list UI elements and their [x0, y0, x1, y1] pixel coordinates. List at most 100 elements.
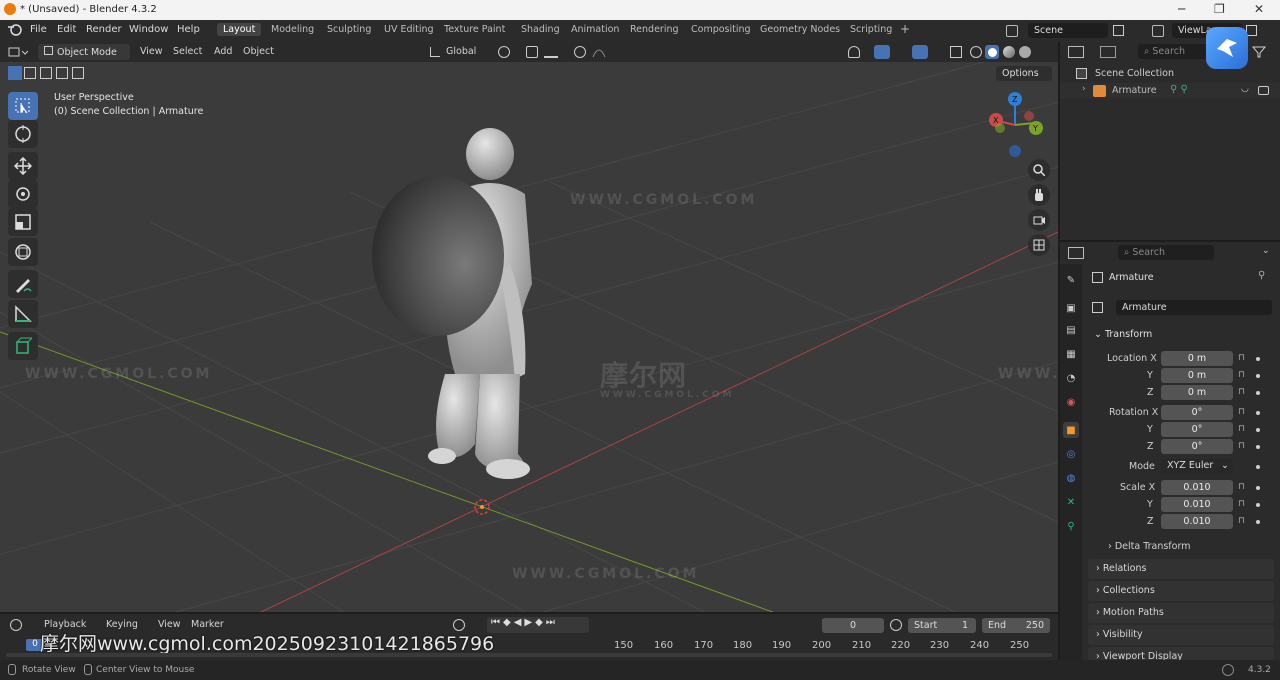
menu-view[interactable]: View: [140, 46, 163, 57]
keyframe-dot-icon[interactable]: [1256, 445, 1260, 449]
select-box-tool[interactable]: [8, 92, 38, 120]
rotation-y-field[interactable]: 0°: [1161, 422, 1233, 437]
menu-help[interactable]: Help: [177, 24, 200, 35]
add-workspace-button[interactable]: +: [900, 22, 910, 36]
solid-shading-icon[interactable]: [985, 45, 999, 59]
outliner-row-scene-collection[interactable]: Scene Collection: [1060, 66, 1280, 82]
outliner-editor-icon[interactable]: [1068, 46, 1084, 58]
keyframe-dot-icon[interactable]: [1256, 391, 1260, 395]
tool-tab-icon[interactable]: ✎: [1063, 272, 1079, 288]
cursor-tool[interactable]: [8, 120, 38, 148]
panel-collections[interactable]: › Collections: [1088, 581, 1274, 601]
xray-icon[interactable]: [950, 46, 962, 58]
gizmo-toggle-icon[interactable]: [874, 45, 890, 59]
menu-add[interactable]: Add: [214, 46, 232, 57]
lock-icon[interactable]: ⊓: [1238, 407, 1245, 417]
expand-arrow-icon[interactable]: ›: [1082, 84, 1086, 94]
location-x-field[interactable]: 0 m: [1161, 351, 1233, 366]
tab-rendering[interactable]: Rendering: [630, 24, 679, 35]
minimize-button[interactable]: ─: [1178, 2, 1185, 16]
measure-tool[interactable]: [8, 300, 38, 328]
object-data-icon[interactable]: [1092, 302, 1103, 313]
new-scene-icon[interactable]: [1113, 25, 1124, 36]
location-y-field[interactable]: 0 m: [1161, 368, 1233, 383]
jump-end-icon[interactable]: ⏭: [546, 617, 558, 628]
menu-file[interactable]: File: [30, 24, 47, 35]
tab-scripting[interactable]: Scripting: [850, 24, 892, 35]
keyframe-dot-icon[interactable]: [1256, 374, 1260, 378]
editor-type-icon[interactable]: [8, 46, 29, 58]
tab-geometry-nodes[interactable]: Geometry Nodes: [760, 24, 840, 35]
lock-icon[interactable]: ⊓: [1238, 441, 1245, 451]
add-cube-tool[interactable]: [8, 332, 38, 360]
tab-texture-paint[interactable]: Texture Paint: [444, 24, 505, 35]
scene-selector[interactable]: Scene: [1028, 23, 1108, 38]
view-layer-tab-icon[interactable]: ▦: [1063, 346, 1079, 362]
keyframe-dot-icon[interactable]: [1256, 520, 1260, 524]
data-tab-icon[interactable]: ⚲: [1063, 518, 1079, 534]
rotation-mode-dropdown[interactable]: XYZ Euler ⌄: [1161, 459, 1233, 474]
scale-z-field[interactable]: 0.010: [1161, 514, 1233, 529]
panel-relations[interactable]: › Relations: [1088, 559, 1274, 579]
select-mode-extend-icon[interactable]: [24, 67, 36, 79]
keyframe-dot-icon[interactable]: [1256, 503, 1260, 507]
rotation-x-field[interactable]: 0°: [1161, 405, 1233, 420]
panel-visibility[interactable]: › Visibility: [1088, 625, 1274, 645]
lock-icon[interactable]: ⊓: [1238, 387, 1245, 397]
select-mode-subtract-icon[interactable]: [40, 67, 52, 79]
select-mode-intersect-icon[interactable]: [72, 67, 84, 79]
timeline-scrollbar[interactable]: [6, 653, 1052, 657]
lock-icon[interactable]: ⊓: [1238, 499, 1245, 509]
jump-start-icon[interactable]: ⏮: [491, 617, 503, 628]
world-tab-icon[interactable]: ◉: [1063, 394, 1079, 410]
transform-orientation[interactable]: Global: [446, 46, 476, 57]
pin-icon[interactable]: ⚲: [1258, 270, 1265, 281]
object-name-field[interactable]: Armature: [1116, 300, 1272, 315]
scale-tool[interactable]: [8, 208, 38, 236]
keyframe-dot-icon[interactable]: [1256, 486, 1260, 490]
timeline-editor-icon[interactable]: [10, 619, 22, 631]
blender-menu-icon[interactable]: [8, 24, 22, 36]
menu-object[interactable]: Object: [243, 46, 274, 57]
hide-in-viewport-icon[interactable]: ◡: [1241, 84, 1249, 94]
rotation-z-field[interactable]: 0°: [1161, 439, 1233, 454]
menu-render[interactable]: Render: [86, 24, 122, 35]
lock-icon[interactable]: ⊓: [1238, 370, 1245, 380]
clock-icon[interactable]: [890, 619, 902, 631]
display-mode-icon[interactable]: [1100, 46, 1116, 58]
scale-x-field[interactable]: 0.010: [1161, 480, 1233, 495]
snap-target-icon[interactable]: [544, 46, 558, 58]
options-dropdown[interactable]: Options: [996, 66, 1052, 81]
output-tab-icon[interactable]: ▤: [1063, 322, 1079, 338]
select-mode-new-icon[interactable]: [8, 66, 22, 80]
filter-icon[interactable]: [1251, 46, 1267, 58]
keyframe-dot-icon[interactable]: [1256, 357, 1260, 361]
render-toggle-icon[interactable]: [1258, 86, 1269, 95]
menu-window[interactable]: Window: [129, 24, 168, 35]
outliner-row-armature[interactable]: › Armature ⚲ ⚲ ◡: [1060, 83, 1280, 99]
overlay-toggle-icon[interactable]: [912, 45, 928, 59]
delta-transform-header[interactable]: › Delta Transform: [1108, 541, 1190, 552]
falloff-icon[interactable]: [592, 46, 606, 58]
object-tab-icon[interactable]: ■: [1063, 422, 1079, 438]
scale-y-field[interactable]: 0.010: [1161, 497, 1233, 512]
tab-compositing[interactable]: Compositing: [691, 24, 751, 35]
maximize-button[interactable]: ❐: [1214, 2, 1225, 16]
tab-sculpting[interactable]: Sculpting: [327, 24, 371, 35]
pan-button[interactable]: [1028, 184, 1050, 206]
transform-tool[interactable]: [8, 238, 38, 266]
end-frame-field[interactable]: End 250: [982, 618, 1050, 633]
properties-editor-icon[interactable]: [1068, 247, 1084, 259]
physics-tab-icon[interactable]: ◍: [1063, 470, 1079, 486]
rendered-shading-icon[interactable]: [1019, 46, 1031, 58]
prev-keyframe-icon[interactable]: ◆: [503, 617, 514, 628]
lock-icon[interactable]: ⊓: [1238, 516, 1245, 526]
ortho-toggle-button[interactable]: [1028, 234, 1050, 256]
properties-search[interactable]: ⌕ Search: [1118, 245, 1214, 260]
constraint-tab-icon[interactable]: ✕: [1063, 494, 1079, 510]
move-tool[interactable]: [8, 152, 38, 180]
mode-selector[interactable]: Object Mode: [38, 44, 130, 60]
visibility-icon[interactable]: [848, 46, 860, 58]
tab-animation[interactable]: Animation: [571, 24, 619, 35]
rotate-tool[interactable]: [8, 180, 38, 208]
